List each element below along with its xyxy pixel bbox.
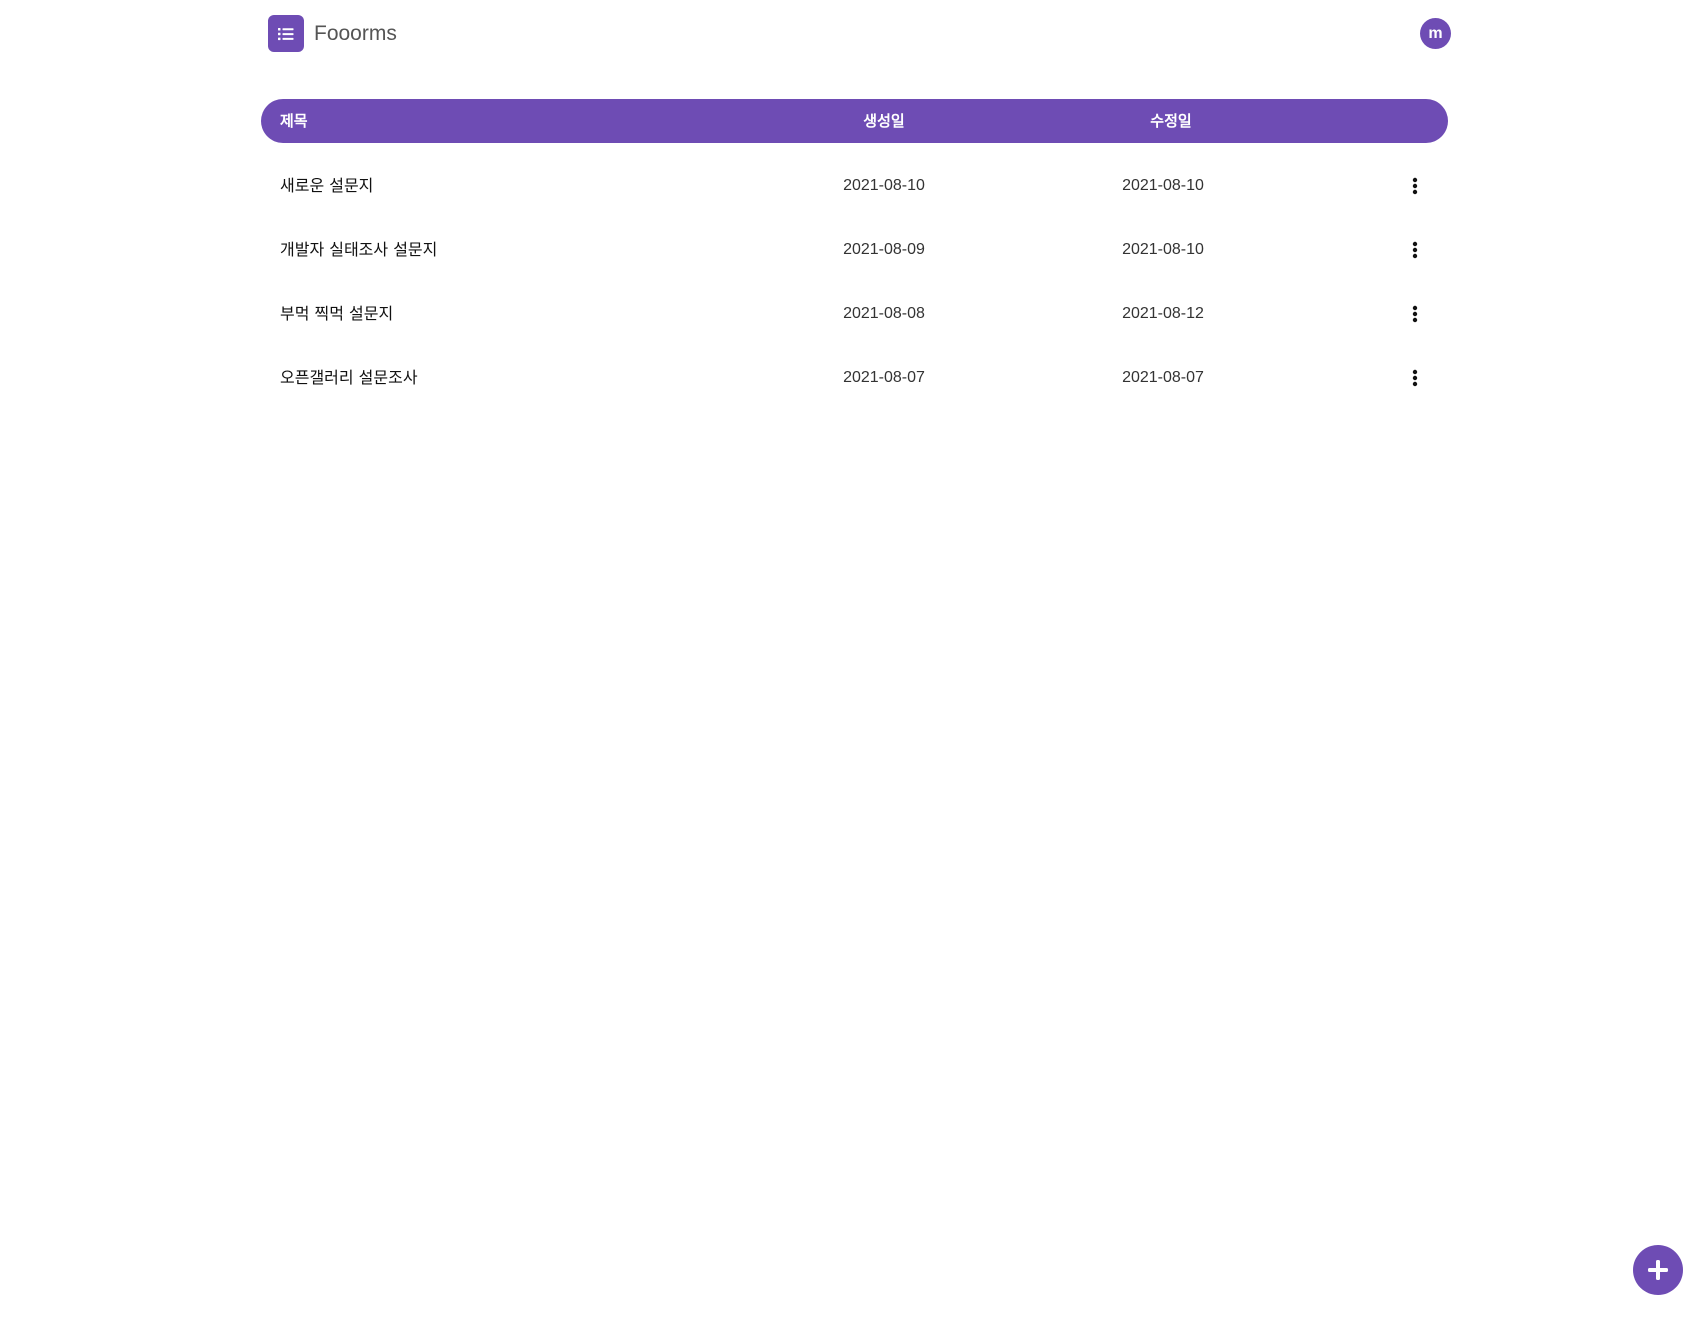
user-avatar[interactable]: m [1420,18,1451,49]
table-row[interactable]: 오픈갤러리 설문조사 2021-08-07 2021-08-07 [261,346,1448,410]
more-options-button[interactable] [1400,171,1430,201]
more-vert-icon [1412,305,1418,323]
more-vert-icon [1412,241,1418,259]
app-logo[interactable]: Fooorms [268,15,397,52]
form-title: 오픈갤러리 설문조사 [280,368,418,387]
column-header-modified: 수정일 [1150,112,1192,130]
modified-date: 2021-08-10 [1122,177,1204,194]
table-row[interactable]: 개발자 실태조사 설문지 2021-08-09 2021-08-10 [261,218,1448,282]
app-header: Fooorms m [268,15,1454,53]
modified-date: 2021-08-12 [1122,305,1204,322]
table-row[interactable]: 새로운 설문지 2021-08-10 2021-08-10 [261,154,1448,218]
created-date: 2021-08-08 [843,305,925,322]
modified-date: 2021-08-10 [1122,241,1204,258]
more-options-button[interactable] [1400,363,1430,393]
table-row[interactable]: 부먹 찍먹 설문지 2021-08-08 2021-08-12 [261,282,1448,346]
created-date: 2021-08-10 [843,177,925,194]
table-header: 제목 생성일 수정일 [261,99,1448,143]
column-header-created: 생성일 [863,112,905,130]
form-title: 새로운 설문지 [280,176,374,195]
more-vert-icon [1412,369,1418,387]
more-vert-icon [1412,177,1418,195]
created-date: 2021-08-07 [843,369,925,386]
forms-table-body: 새로운 설문지 2021-08-10 2021-08-10 개발자 실태조사 설… [261,154,1448,410]
form-title: 부먹 찍먹 설문지 [280,304,394,323]
more-options-button[interactable] [1400,235,1430,265]
created-date: 2021-08-09 [843,241,925,258]
column-header-title: 제목 [280,112,308,130]
plus-icon [1648,1260,1668,1280]
more-options-button[interactable] [1400,299,1430,329]
list-icon [268,15,304,52]
modified-date: 2021-08-07 [1122,369,1204,386]
form-title: 개발자 실태조사 설문지 [280,240,438,259]
app-title: Fooorms [314,21,397,45]
forms-list-page: Fooorms m 제목 생성일 수정일 새로운 설문지 2021-08-10 … [0,0,1695,1328]
add-form-button[interactable] [1633,1245,1683,1295]
